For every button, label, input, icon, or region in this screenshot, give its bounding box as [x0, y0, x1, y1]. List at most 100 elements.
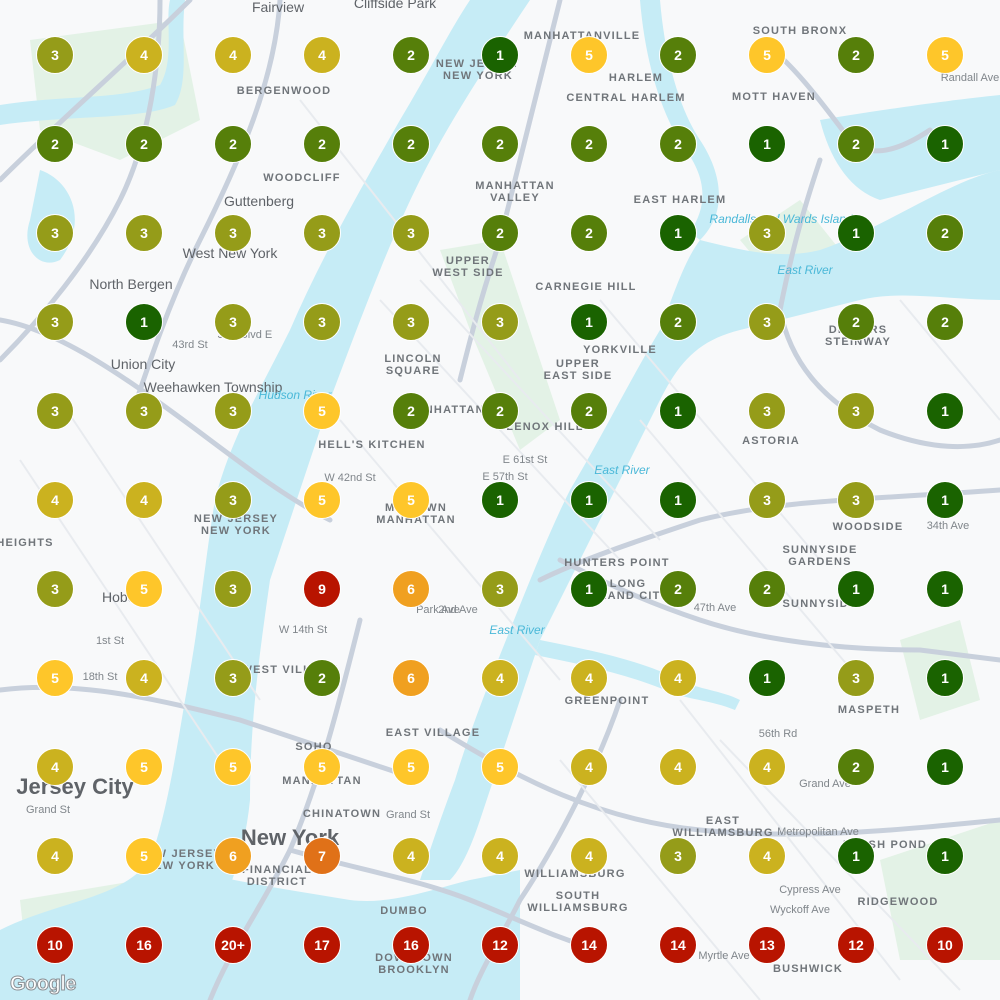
cluster-marker[interactable]: 1 — [926, 748, 964, 786]
cluster-marker[interactable]: 5 — [570, 36, 608, 74]
cluster-marker[interactable]: 2 — [837, 36, 875, 74]
cluster-marker[interactable]: 10 — [926, 926, 964, 964]
cluster-marker[interactable]: 3 — [303, 214, 341, 252]
cluster-marker[interactable]: 6 — [392, 570, 430, 608]
cluster-marker[interactable]: 1 — [659, 214, 697, 252]
cluster-marker[interactable]: 2 — [570, 214, 608, 252]
cluster-marker[interactable]: 1 — [926, 481, 964, 519]
cluster-marker[interactable]: 1 — [926, 837, 964, 875]
cluster-marker[interactable]: 9 — [303, 570, 341, 608]
cluster-marker[interactable]: 1 — [570, 303, 608, 341]
cluster-marker[interactable]: 3 — [36, 392, 74, 430]
cluster-marker[interactable]: 3 — [748, 303, 786, 341]
cluster-marker[interactable]: 5 — [748, 36, 786, 74]
cluster-marker[interactable]: 1 — [748, 125, 786, 163]
cluster-marker[interactable]: 4 — [570, 748, 608, 786]
cluster-marker[interactable]: 4 — [125, 659, 163, 697]
cluster-marker[interactable]: 2 — [570, 392, 608, 430]
cluster-marker[interactable]: 3 — [837, 392, 875, 430]
cluster-marker[interactable]: 1 — [481, 481, 519, 519]
cluster-marker[interactable]: 2 — [837, 125, 875, 163]
cluster-marker[interactable]: 4 — [570, 659, 608, 697]
cluster-marker[interactable]: 5 — [303, 481, 341, 519]
cluster-marker[interactable]: 5 — [125, 748, 163, 786]
cluster-marker[interactable]: 3 — [481, 303, 519, 341]
cluster-marker[interactable]: 14 — [659, 926, 697, 964]
cluster-marker[interactable]: 2 — [392, 36, 430, 74]
cluster-marker[interactable]: 3 — [36, 214, 74, 252]
cluster-marker[interactable]: 4 — [125, 481, 163, 519]
cluster-marker[interactable]: 2 — [214, 125, 252, 163]
cluster-marker[interactable]: 1 — [481, 36, 519, 74]
cluster-marker[interactable]: 5 — [214, 748, 252, 786]
cluster-marker[interactable]: 3 — [214, 303, 252, 341]
cluster-marker[interactable]: 14 — [570, 926, 608, 964]
cluster-marker[interactable]: 2 — [659, 570, 697, 608]
cluster-marker[interactable]: 16 — [392, 926, 430, 964]
cluster-marker[interactable]: 2 — [748, 570, 786, 608]
cluster-marker[interactable]: 3 — [36, 303, 74, 341]
cluster-marker[interactable]: 2 — [303, 659, 341, 697]
cluster-marker[interactable]: 4 — [392, 837, 430, 875]
cluster-marker[interactable]: 1 — [570, 481, 608, 519]
cluster-marker[interactable]: 5 — [392, 481, 430, 519]
cluster-marker[interactable]: 3 — [748, 392, 786, 430]
cluster-marker[interactable]: 10 — [36, 926, 74, 964]
cluster-marker[interactable]: 2 — [481, 214, 519, 252]
cluster-marker[interactable]: 5 — [392, 748, 430, 786]
cluster-marker[interactable]: 1 — [748, 659, 786, 697]
cluster-marker[interactable]: 1 — [926, 392, 964, 430]
cluster-marker[interactable]: 2 — [659, 125, 697, 163]
cluster-marker[interactable]: 4 — [36, 481, 74, 519]
cluster-marker[interactable]: 16 — [125, 926, 163, 964]
cluster-marker[interactable]: 2 — [481, 392, 519, 430]
cluster-marker[interactable]: 2 — [392, 125, 430, 163]
cluster-marker[interactable]: 2 — [570, 125, 608, 163]
cluster-marker[interactable]: 17 — [303, 926, 341, 964]
cluster-marker[interactable]: 4 — [748, 748, 786, 786]
cluster-marker[interactable]: 7 — [303, 837, 341, 875]
cluster-marker[interactable]: 1 — [837, 214, 875, 252]
cluster-marker[interactable]: 4 — [748, 837, 786, 875]
cluster-marker[interactable]: 4 — [36, 748, 74, 786]
cluster-marker[interactable]: 2 — [392, 392, 430, 430]
cluster-marker[interactable]: 3 — [748, 481, 786, 519]
cluster-marker[interactable]: 2 — [659, 303, 697, 341]
cluster-marker[interactable]: 3 — [125, 392, 163, 430]
cluster-marker[interactable]: 4 — [214, 36, 252, 74]
cluster-marker[interactable]: 3 — [392, 214, 430, 252]
cluster-marker[interactable]: 3 — [214, 570, 252, 608]
cluster-marker[interactable]: 2 — [481, 125, 519, 163]
cluster-marker[interactable]: 1 — [659, 481, 697, 519]
cluster-marker[interactable]: 4 — [481, 659, 519, 697]
cluster-marker[interactable]: 1 — [926, 125, 964, 163]
cluster-marker[interactable]: 3 — [125, 214, 163, 252]
cluster-marker[interactable]: 12 — [837, 926, 875, 964]
cluster-marker[interactable]: 2 — [125, 125, 163, 163]
cluster-marker[interactable]: 3 — [214, 392, 252, 430]
cluster-marker[interactable]: 3 — [214, 214, 252, 252]
cluster-marker[interactable]: 5 — [125, 570, 163, 608]
cluster-marker[interactable]: 2 — [926, 303, 964, 341]
cluster-marker[interactable]: 3 — [214, 659, 252, 697]
cluster-marker[interactable]: 1 — [125, 303, 163, 341]
cluster-marker[interactable]: 1 — [837, 837, 875, 875]
cluster-marker[interactable]: 2 — [837, 303, 875, 341]
google-logo[interactable]: Google — [10, 973, 77, 996]
cluster-marker[interactable]: 3 — [748, 214, 786, 252]
cluster-marker[interactable]: 4 — [36, 837, 74, 875]
cluster-marker[interactable]: 5 — [926, 36, 964, 74]
cluster-marker[interactable]: 4 — [659, 748, 697, 786]
cluster-marker[interactable]: 3 — [36, 570, 74, 608]
cluster-marker[interactable]: 5 — [303, 392, 341, 430]
cluster-marker[interactable]: 3 — [837, 659, 875, 697]
cluster-marker[interactable]: 2 — [303, 125, 341, 163]
cluster-marker[interactable]: 4 — [481, 837, 519, 875]
cluster-marker[interactable]: 6 — [392, 659, 430, 697]
cluster-marker[interactable]: 4 — [570, 837, 608, 875]
cluster-marker[interactable]: 1 — [659, 392, 697, 430]
cluster-marker[interactable]: 1 — [926, 659, 964, 697]
cluster-marker[interactable]: 13 — [748, 926, 786, 964]
cluster-marker[interactable]: 6 — [214, 837, 252, 875]
cluster-marker[interactable]: 3 — [481, 570, 519, 608]
